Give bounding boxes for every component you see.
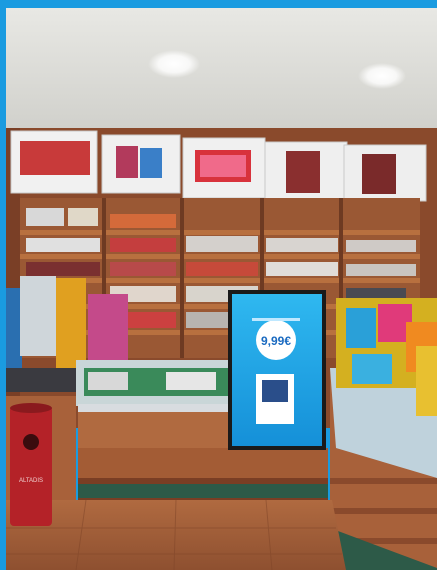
bin-brand-text: ALTADIS (19, 478, 43, 484)
price-text: 9,99€ (261, 334, 291, 348)
shop-photo: 9,99€ ALTADIS (6, 8, 437, 570)
price-display-screen: 9,99€ (228, 290, 326, 450)
trash-bin: ALTADIS (10, 403, 52, 526)
ceiling-light-left (148, 50, 200, 78)
right-display (330, 298, 437, 570)
ceiling-light-right (358, 63, 406, 89)
shop-scene: 9,99€ ALTADIS (6, 8, 437, 570)
